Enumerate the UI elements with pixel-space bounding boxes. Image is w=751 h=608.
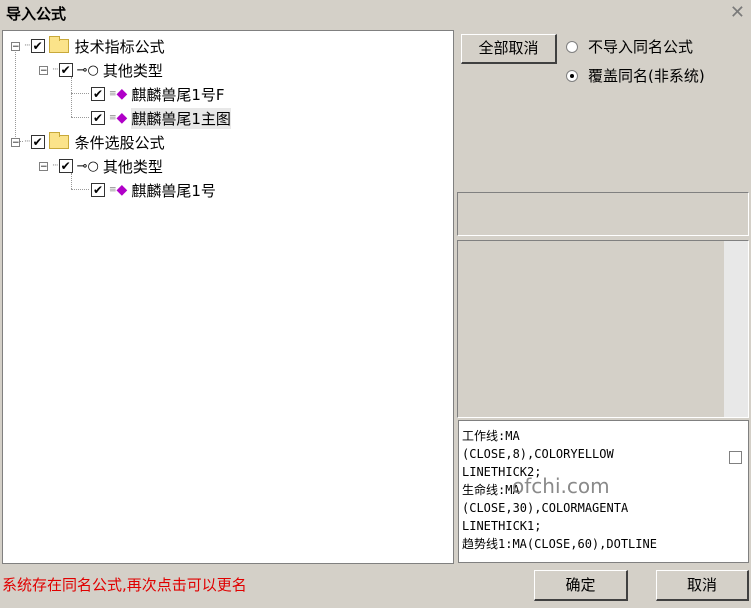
tree-node-stock-selection[interactable]: − ··· ✔ 条件选股公式	[11, 131, 165, 153]
description-scrollbar[interactable]	[724, 241, 748, 417]
cancel-button[interactable]: 取消	[656, 570, 749, 601]
collapse-icon[interactable]: −	[39, 65, 48, 75]
checkbox-other-types[interactable]: ✔	[58, 159, 73, 173]
tree-connector	[15, 45, 16, 141]
title-bar: 导入公式 ✕	[0, 0, 751, 28]
tree-node-label: 其他类型	[102, 157, 163, 176]
tree-connector	[71, 93, 89, 94]
tree-dots: ≡	[109, 113, 116, 123]
tree-node-other-types[interactable]: − ··· ✔ ⊸○ 其他类型	[39, 59, 163, 81]
key-icon: ⊸○	[76, 62, 99, 78]
formula-gem-icon: ◆	[116, 182, 128, 198]
tree-connector	[71, 117, 89, 118]
description-box	[457, 240, 749, 418]
tree-node-formula[interactable]: ✔ ≡ ◆ 麒麟兽尾1号	[91, 179, 216, 201]
watermark: ofchi.com	[512, 474, 610, 498]
radio-button[interactable]	[566, 69, 578, 82]
tree-dots: ···	[52, 161, 59, 171]
radio-label: 不导入同名公式	[588, 38, 694, 56]
tree-dots: ≡	[109, 89, 116, 99]
status-message: 系统存在同名公式,再次点击可以更名	[2, 576, 247, 594]
tree-node-label: 麒麟兽尾1号F	[131, 85, 225, 104]
name-field[interactable]	[457, 192, 749, 236]
formula-gem-icon: ◆	[116, 110, 128, 126]
folder-icon	[48, 36, 69, 53]
collapse-icon[interactable]: −	[11, 41, 20, 51]
checkbox-stock-selection[interactable]: ✔	[30, 135, 45, 149]
tree-dots: ···	[24, 41, 31, 51]
tree-connector	[71, 77, 72, 117]
radio-overwrite-same-name[interactable]: 覆盖同名(非系统)	[566, 65, 705, 86]
collapse-icon[interactable]: −	[11, 137, 20, 147]
cancel-all-button[interactable]: 全部取消	[461, 34, 557, 64]
tree-node-other-types[interactable]: − ··· ✔ ⊸○ 其他类型	[39, 155, 163, 177]
checkbox-tech-formulas[interactable]: ✔	[30, 39, 45, 53]
tree-node-label: 其他类型	[102, 61, 163, 80]
radio-label: 覆盖同名(非系统)	[588, 67, 705, 85]
tree-connector	[71, 189, 89, 190]
tree-node-label: 麒麟兽尾1号	[131, 181, 216, 200]
tree-node-tech-formulas[interactable]: − ··· ✔ 技术指标公式	[11, 35, 165, 57]
tree-node-label: 麒麟兽尾1主图	[131, 107, 231, 129]
checkbox-formula[interactable]: ✔	[91, 87, 105, 101]
tree-dots: ···	[52, 65, 59, 75]
code-scroll-checkbox[interactable]	[729, 451, 742, 464]
checkbox-formula[interactable]: ✔	[91, 111, 105, 125]
tree-node-label: 技术指标公式	[74, 37, 165, 56]
formula-gem-icon: ◆	[116, 86, 128, 102]
tree-node-label: 条件选股公式	[74, 133, 165, 152]
tree-dots: ≡	[109, 185, 116, 195]
formula-tree: − ··· ✔ 技术指标公式 − ··· ✔ ⊸○ 其他类型 ✔ ≡ ◆ 麒麟兽…	[2, 30, 454, 564]
folder-icon	[48, 132, 69, 149]
key-icon: ⊸○	[76, 158, 99, 174]
tree-node-formula[interactable]: ✔ ≡ ◆ 麒麟兽尾1主图	[91, 107, 231, 129]
collapse-icon[interactable]: −	[39, 161, 48, 171]
checkbox-formula[interactable]: ✔	[91, 183, 105, 197]
radio-button[interactable]	[566, 40, 578, 53]
checkbox-other-types[interactable]: ✔	[58, 63, 73, 77]
tree-node-formula[interactable]: ✔ ≡ ◆ 麒麟兽尾1号F	[91, 83, 225, 105]
radio-no-import-same-name[interactable]: 不导入同名公式	[566, 36, 693, 57]
tree-dots: ···	[24, 137, 31, 147]
ok-button[interactable]: 确定	[534, 570, 628, 601]
close-icon[interactable]: ✕	[730, 2, 745, 23]
window-title: 导入公式	[6, 5, 67, 23]
